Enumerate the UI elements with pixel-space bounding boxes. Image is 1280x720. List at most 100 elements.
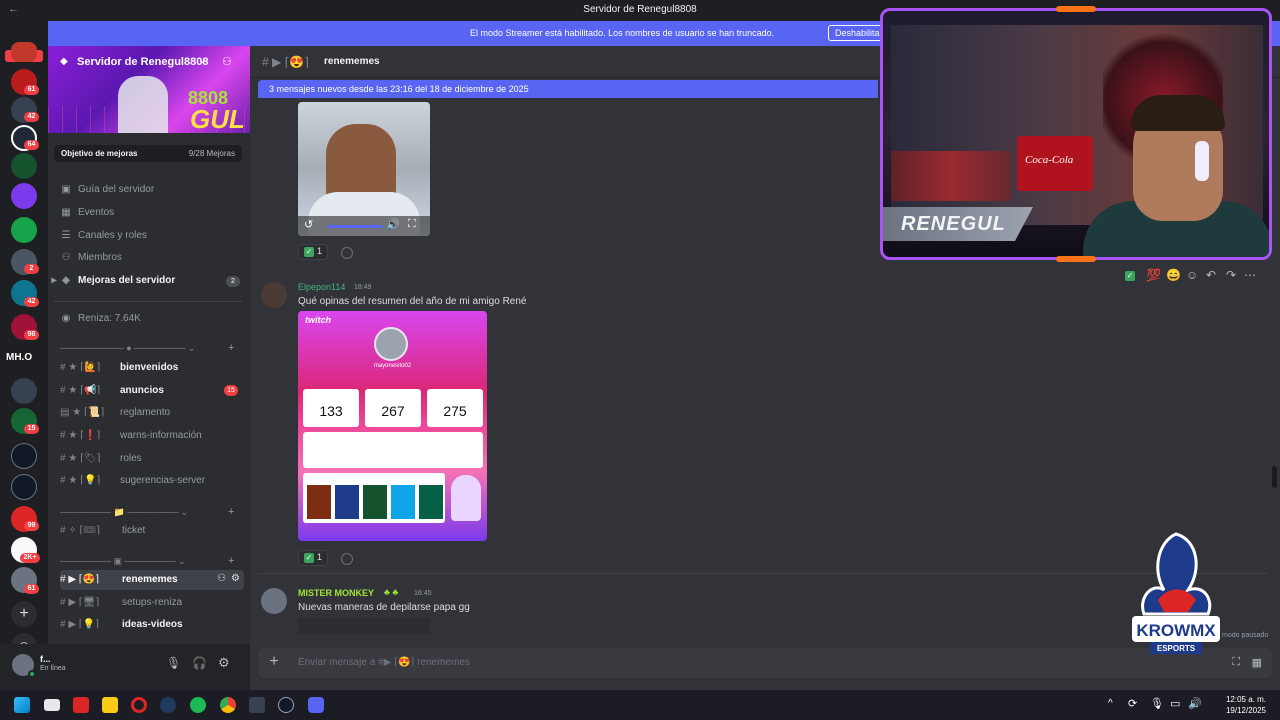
message-text: Nuevas maneras de depilarse papa gg [298, 602, 470, 613]
video-progress[interactable] [328, 225, 382, 228]
nav-server-boosts[interactable]: ▸ ◈ Mejoras del servidor [51, 275, 175, 286]
fullscreen-icon[interactable]: ⛶ [408, 218, 416, 231]
channel-roles[interactable]: # ★ ⌈🏷⌉ roles [60, 449, 244, 469]
desktop-icon[interactable] [44, 699, 60, 711]
add-channel-icon[interactable]: + [228, 555, 234, 567]
apps-icon[interactable]: ▦ [1252, 656, 1262, 669]
headphones-icon[interactable]: 🎧 [192, 656, 207, 670]
network-icon[interactable]: ▭ [1170, 697, 1180, 710]
channel-warns[interactable]: # ★ ⌈❗⌉ warns-información [60, 426, 244, 446]
reply-icon[interactable]: ↶ [1206, 268, 1216, 282]
game-thumb [363, 485, 387, 519]
hash-icon: # ★ ⌈❗⌉ [60, 430, 101, 441]
channel-title: renememes [324, 56, 380, 67]
sticker-icon[interactable]: ⛶ [1232, 656, 1240, 669]
hash-icon: # ▶ ⌈😍⌉ [60, 574, 100, 585]
more-icon[interactable]: ⋯ [1244, 268, 1256, 282]
mention-badge: 15 [224, 385, 238, 396]
new-messages-bar[interactable]: 3 mensajes nuevos desde las 23:16 del 18… [258, 80, 878, 98]
channel-bienvenidos[interactable]: # ★ ⌈🙋⌉ bienvenidos [60, 358, 244, 378]
forward-icon[interactable]: ↷ [1226, 268, 1236, 282]
nav-server-guide[interactable]: ▣ Guía del servidor [60, 184, 154, 195]
add-server-icon[interactable]: + [11, 601, 37, 627]
channel-renememes[interactable]: # ▶ ⌈😍⌉ renememes ⚇ ⚙ [60, 570, 244, 590]
channel-setups-reniza[interactable]: # ▶ ⌈🖥⌉ setups-reniza [60, 593, 244, 613]
add-reaction-icon[interactable]: ☺ [1186, 268, 1198, 282]
spotify-icon[interactable] [190, 697, 206, 713]
channel-sugerencias[interactable]: # ★ ⌈💡⌉ sugerencias-server [60, 471, 244, 491]
add-member-icon[interactable]: ⚇ [217, 573, 226, 584]
video-attachment[interactable]: ↺ 🔊 ⛶ [298, 102, 430, 236]
taskbar: ^ ⟳ 🎙 ▭ 🔊 12:05 a. m. 19/12/2025 [0, 690, 1280, 720]
emoji-react-icon[interactable]: 💯 [1146, 268, 1161, 282]
channel-ideas-videos[interactable]: # ▶ ⌈💡⌉ ideas-videos [60, 615, 244, 635]
laugh-react-icon[interactable]: 😄 [1166, 268, 1181, 282]
avatar[interactable] [261, 282, 287, 308]
boost-goal-label: Objetivo de mejoras [61, 149, 138, 158]
hash-icon: # ★ ⌈📢⌉ [60, 385, 101, 396]
server-icon[interactable] [11, 42, 37, 62]
image-attachment[interactable]: twitch mayonesito02 133 267 275 [298, 311, 487, 541]
add-member-icon[interactable]: ⚇ [222, 55, 232, 68]
clock[interactable]: 12:05 a. m. 19/12/2025 [1226, 694, 1266, 716]
channel-ticket[interactable]: # ✧ ⌈🎟⌉ ticket [60, 521, 244, 541]
obs-icon[interactable] [278, 697, 294, 713]
server-text-icon[interactable]: MH.O [6, 352, 32, 363]
channel-reglamento[interactable]: ▤ ★ ⌈📜⌉ reglamento [60, 403, 244, 423]
webcam-pc-light [891, 151, 1011, 201]
discord-icon[interactable] [308, 697, 324, 713]
nav-channels-roles[interactable]: ☰ Canales y roles [60, 230, 147, 241]
microphone-icon[interactable]: 🎙 [1150, 697, 1164, 710]
add-reaction-icon[interactable] [341, 247, 353, 259]
currency-balance: ◉ Reniza: 7.64K [61, 313, 141, 324]
nav-members[interactable]: ⚇ Miembros [60, 252, 122, 263]
chevron-down-icon[interactable]: ⌄ [198, 55, 206, 66]
volume-icon[interactable]: 🔊 [386, 218, 400, 231]
folder-icon[interactable] [102, 697, 118, 713]
microphone-icon[interactable]: 🎙 [166, 656, 181, 670]
server-icon[interactable] [11, 443, 37, 469]
checkmark-react-icon[interactable]: ✓ [1125, 271, 1135, 281]
windows-start-icon[interactable] [14, 697, 30, 713]
gear-icon[interactable]: ⚙ [231, 573, 240, 584]
nav-events[interactable]: ▦ Eventos [60, 207, 114, 218]
xbox-icon[interactable] [249, 697, 265, 713]
server-icon[interactable] [11, 474, 37, 500]
server-badge: 61 [24, 584, 39, 594]
server-badge: 2K+ [20, 553, 40, 563]
message-author[interactable]: MISTER MONKEY [298, 588, 374, 598]
avatar[interactable] [261, 588, 287, 614]
reaction-checkmark[interactable]: ✓ 1 [298, 550, 329, 566]
chevron-up-icon[interactable]: ^ [1108, 698, 1113, 709]
scrollbar-thumb[interactable] [1272, 466, 1277, 488]
message-author[interactable]: Elpepon114 [298, 282, 345, 292]
add-channel-icon[interactable]: + [228, 506, 234, 518]
opera-icon[interactable] [131, 697, 147, 713]
webcam-frame-accent [1056, 6, 1096, 12]
gear-icon[interactable]: ⚙ [218, 655, 230, 671]
steam-icon[interactable] [160, 697, 176, 713]
chrome-icon[interactable] [220, 697, 236, 713]
server-name[interactable]: Servidor de Renegul8808 [77, 56, 208, 68]
category-divider: ────────── ● ──────── ⌄ [60, 343, 196, 353]
add-reaction-icon[interactable] [341, 553, 353, 565]
message-composer[interactable]: + Enviar mensaje a #▶ ⌈😍⌉ renememes ⛶ ▦ [258, 648, 1272, 678]
channel-anuncios[interactable]: # ★ ⌈📢⌉ anuncios 15 [60, 381, 244, 401]
server-icon[interactable] [11, 378, 37, 404]
reaction-checkmark[interactable]: ✓ 1 [298, 244, 329, 260]
add-attachment-icon[interactable]: + [266, 654, 282, 670]
replay-icon[interactable]: ↺ [304, 218, 313, 231]
boost-nav-badge: 2 [226, 276, 240, 287]
sync-icon[interactable]: ⟳ [1128, 697, 1137, 710]
boost-goal[interactable]: Objetivo de mejoras 9/28 Mejoras [54, 145, 242, 162]
server-icon[interactable] [11, 153, 37, 179]
attachment-preview[interactable] [298, 618, 430, 634]
server-icon[interactable] [11, 217, 37, 243]
app-icon[interactable] [73, 697, 89, 713]
server-icon[interactable] [11, 183, 37, 209]
hash-icon: # ★ ⌈💡⌉ [60, 475, 101, 486]
webcam-frame-accent [1056, 256, 1096, 262]
add-channel-icon[interactable]: + [228, 342, 234, 354]
volume-icon[interactable]: 🔊 [1188, 697, 1202, 710]
hash-icon: # ★ ⌈🏷⌉ [60, 453, 101, 464]
